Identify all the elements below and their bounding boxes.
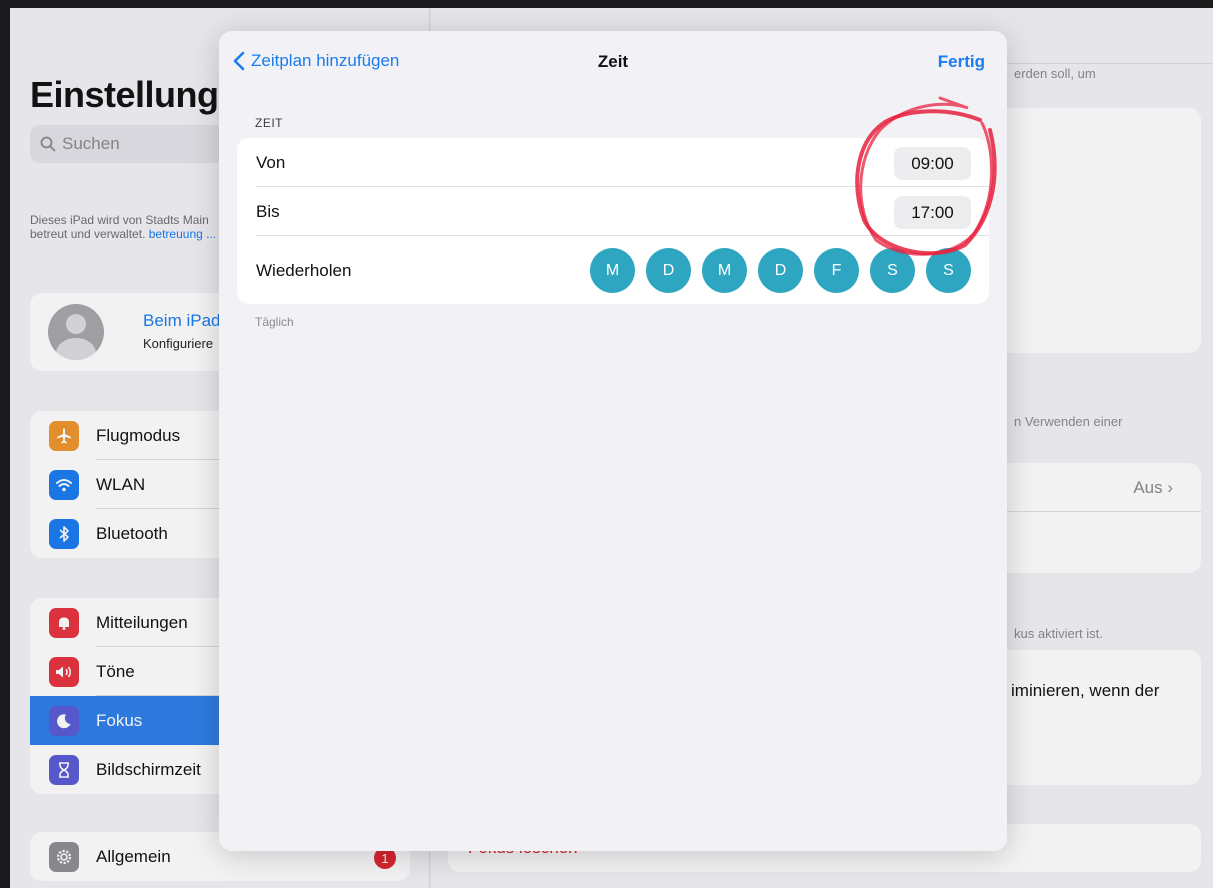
- time-modal: Zeitplan hinzufügen Zeit Fertig ZEIT Von…: [219, 31, 1007, 851]
- repeat-label: Wiederholen: [256, 261, 352, 280]
- day-toggle-thursday[interactable]: D: [758, 248, 803, 293]
- to-row[interactable]: Bis 17:00: [237, 187, 989, 236]
- time-card: Von 09:00 Bis 17:00 Wiederholen M D M D …: [237, 138, 989, 304]
- from-time-picker[interactable]: 09:00: [894, 147, 971, 180]
- repeat-summary: Täglich: [255, 315, 294, 329]
- day-toggle-saturday[interactable]: S: [870, 248, 915, 293]
- day-toggle-tuesday[interactable]: D: [646, 248, 691, 293]
- done-button[interactable]: Fertig: [938, 52, 985, 72]
- day-toggle-monday[interactable]: M: [590, 248, 635, 293]
- repeat-row: Wiederholen M D M D F S S: [237, 236, 989, 304]
- weekday-selector: M D M D F S S: [590, 248, 971, 293]
- ipad-screen: Einstellungen Suchen Dieses iPad wird vo…: [10, 8, 1213, 888]
- to-time-picker[interactable]: 17:00: [894, 196, 971, 229]
- section-header: ZEIT: [255, 116, 283, 130]
- from-label: Von: [256, 153, 286, 172]
- from-row[interactable]: Von 09:00: [237, 138, 989, 187]
- modal-title: Zeit: [597, 52, 629, 71]
- day-toggle-friday[interactable]: F: [814, 248, 859, 293]
- day-toggle-wednesday[interactable]: M: [702, 248, 747, 293]
- day-toggle-sunday[interactable]: S: [926, 248, 971, 293]
- to-label: Bis: [256, 202, 280, 221]
